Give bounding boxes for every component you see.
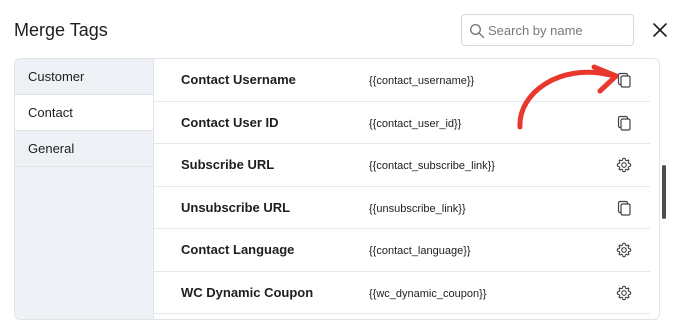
sidebar-item-general[interactable]: General xyxy=(15,131,153,167)
modal-header: Merge Tags xyxy=(0,0,680,58)
copy-icon[interactable] xyxy=(616,200,632,216)
tag-code: {{contact_subscribe_link}} xyxy=(369,160,495,172)
search-box[interactable] xyxy=(461,14,634,46)
category-sidebar: Customer Contact General xyxy=(15,59,154,319)
tag-code: {{wc_dynamic_coupon}} xyxy=(369,287,487,300)
tag-name: Contact User ID xyxy=(181,114,279,130)
search-icon xyxy=(469,23,485,39)
modal-title: Merge Tags xyxy=(14,20,108,40)
sidebar-item-contact[interactable]: Contact xyxy=(15,95,153,131)
tag-row: Subscribe URL {{contact_subscribe_link}} xyxy=(154,144,650,187)
scrollbar-thumb[interactable] xyxy=(662,165,666,219)
tag-row: Unsubscribe URL {{unsubscribe_link}} xyxy=(154,187,650,229)
gear-icon[interactable] xyxy=(616,242,632,258)
tag-row: Contact User ID {{contact_user_id}} xyxy=(154,102,650,144)
tag-name: Subscribe URL xyxy=(181,157,275,172)
tag-list: Contact Username {{contact_username}} Co… xyxy=(154,59,650,319)
tag-name: Unsubscribe URL xyxy=(181,199,291,215)
close-icon[interactable] xyxy=(650,20,670,40)
merge-tags-panel: Customer Contact General Contact Usernam… xyxy=(14,58,660,320)
sidebar-item-customer[interactable]: Customer xyxy=(15,59,153,95)
gear-icon[interactable] xyxy=(616,285,632,301)
tag-row: Contact Username {{contact_username}} xyxy=(154,59,650,102)
tag-code: {{contact_username}} xyxy=(369,75,475,87)
tag-name: Contact Language xyxy=(181,242,295,257)
search-input[interactable] xyxy=(488,16,628,44)
copy-icon[interactable] xyxy=(616,115,632,131)
copy-icon[interactable] xyxy=(616,72,632,88)
tag-row: Contact Language {{contact_language}} xyxy=(154,229,650,272)
tag-code: {{unsubscribe_link}} xyxy=(369,202,466,215)
tag-name: WC Dynamic Coupon xyxy=(181,284,314,300)
tag-name: Contact Username xyxy=(181,72,296,87)
gear-icon[interactable] xyxy=(616,157,632,173)
merge-tags-modal: Merge Tags Customer Contact General Cont… xyxy=(0,0,680,327)
tag-code: {{contact_language}} xyxy=(369,245,471,257)
tag-code: {{contact_user_id}} xyxy=(369,117,462,130)
tag-row: WC Dynamic Coupon {{wc_dynamic_coupon}} xyxy=(154,272,650,314)
